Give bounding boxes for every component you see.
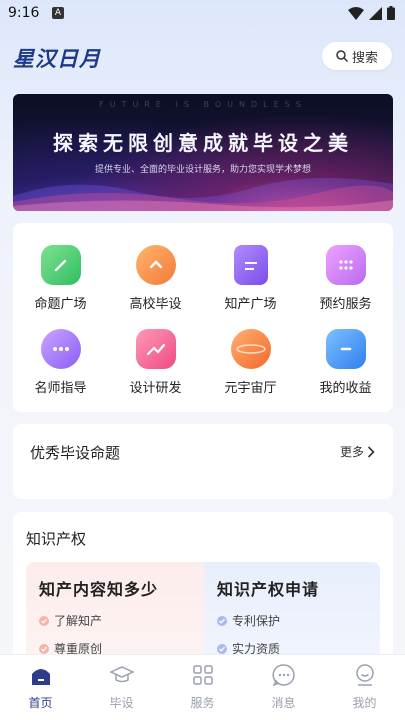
bottom-tab-bar: 首页 毕设 服务 消息 我的: [0, 654, 405, 720]
check-icon: [39, 615, 49, 626]
pencil-icon: [40, 245, 81, 285]
service-label: 我的收益: [319, 381, 372, 396]
service-label: 设计研发: [129, 381, 182, 396]
search-button[interactable]: 搜索: [322, 42, 392, 70]
tab-home[interactable]: 首页: [0, 663, 81, 711]
battery-icon: [387, 6, 395, 20]
profile-icon: [355, 664, 374, 686]
check-icon: [217, 643, 227, 654]
more-label: 更多: [339, 445, 364, 459]
service-label: 元宇宙厅: [224, 381, 277, 396]
banner-title: 探索无限创意成就毕设之美: [53, 131, 353, 155]
service-label: 名师指导: [34, 381, 87, 396]
tab-label: 消息: [271, 696, 296, 710]
service-design-rd[interactable]: 设计研发: [108, 329, 203, 396]
ip-list-item: 专利保护: [217, 612, 280, 629]
signal-icon: [369, 6, 382, 20]
service-my-earnings[interactable]: 我的收益: [298, 329, 393, 396]
ip-item-label: 了解知产: [54, 614, 103, 628]
chat-icon: [40, 329, 81, 369]
status-bar: 9:16 A: [0, 0, 405, 28]
ip-panel-heading: 知识产权申请: [217, 580, 320, 599]
message-icon: [271, 664, 295, 687]
search-icon: [336, 50, 348, 62]
chart-icon: [135, 329, 176, 369]
banner-tagline: FUTURE IS BOUNDLESS: [99, 100, 307, 109]
ip-card: 知识产权 知产内容知多少 了解知产 尊重原创 知识产权申请 专利保护 实力资质: [13, 512, 393, 672]
service-label: 命题广场: [34, 297, 87, 312]
wallet-icon: [325, 329, 366, 369]
chevron-right-icon: [367, 445, 375, 458]
featured-propositions-card: 优秀毕设命题 更多: [13, 424, 393, 499]
tab-label: 毕设: [109, 696, 134, 710]
service-label: 知产广场: [224, 297, 277, 312]
tab-profile[interactable]: 我的: [324, 663, 405, 711]
tab-label: 服务: [190, 696, 215, 710]
status-icons: [348, 6, 395, 20]
home-icon: [31, 669, 50, 685]
tab-services[interactable]: 服务: [162, 663, 243, 711]
planet-icon: [230, 329, 271, 369]
document-icon: [233, 245, 268, 285]
grid-icon: [192, 665, 213, 685]
ip-list-item: 了解知产: [39, 612, 102, 629]
check-icon: [217, 615, 227, 626]
tab-messages[interactable]: 消息: [243, 663, 324, 711]
badge-icon: [135, 245, 176, 285]
service-booking[interactable]: 预约服务: [298, 245, 393, 312]
service-ip-square[interactable]: 知产广场: [203, 245, 298, 312]
more-link[interactable]: 更多: [340, 443, 375, 460]
search-label: 搜索: [351, 50, 378, 66]
ip-panel-heading: 知产内容知多少: [39, 580, 159, 599]
tab-label: 我的: [352, 696, 377, 710]
check-icon: [39, 643, 49, 654]
section-title: 知识产权: [26, 530, 87, 548]
notification-badge: A: [52, 7, 64, 19]
service-label: 高校毕设: [129, 297, 182, 312]
tab-label: 首页: [28, 696, 53, 710]
section-title: 优秀毕设命题: [30, 444, 121, 462]
calendar-icon: [325, 245, 366, 285]
service-university-project[interactable]: 高校毕设: [108, 245, 203, 312]
wifi-icon: [348, 6, 364, 20]
service-proposition-square[interactable]: 命题广场: [13, 245, 108, 312]
service-mentor-guidance[interactable]: 名师指导: [13, 329, 108, 396]
banner-wave-graphic: [13, 177, 393, 211]
hero-banner[interactable]: FUTURE IS BOUNDLESS 探索无限创意成就毕设之美 提供专业、全面…: [13, 94, 393, 211]
tab-graduation-project[interactable]: 毕设: [81, 663, 162, 711]
service-metaverse-hall[interactable]: 元宇宙厅: [203, 329, 298, 396]
status-time: 9:16: [8, 5, 40, 21]
ip-item-label: 专利保护: [232, 614, 281, 628]
service-label: 预约服务: [319, 297, 372, 312]
services-grid: 命题广场 高校毕设 知产广场 预约服务 名师指导 设计研发 元宇宙厅 我的收益: [13, 223, 393, 412]
graduation-cap-icon: [108, 666, 135, 683]
app-logo: 星汉日月: [13, 47, 101, 71]
